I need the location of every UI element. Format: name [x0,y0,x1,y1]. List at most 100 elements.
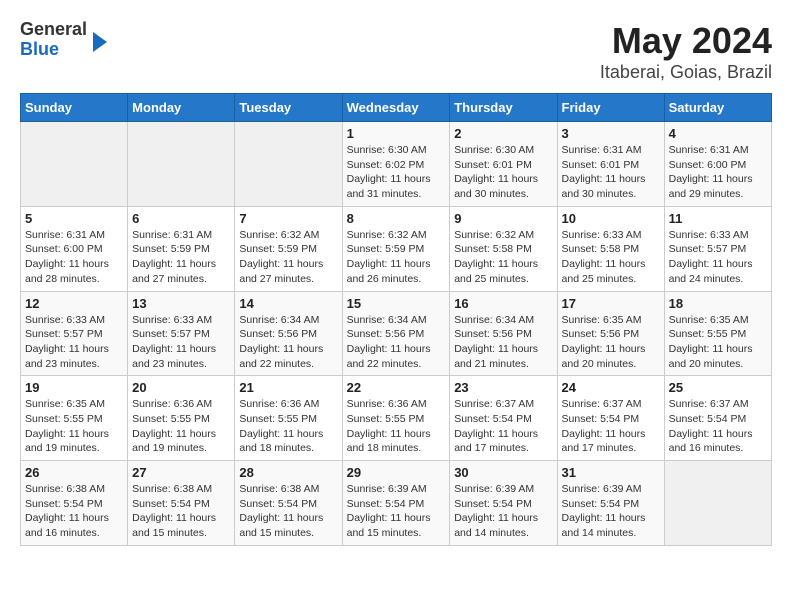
calendar-cell: 8 Sunrise: 6:32 AM Sunset: 5:59 PM Daylig… [342,206,450,291]
calendar-week-4: 19 Sunrise: 6:35 AM Sunset: 5:55 PM Dayli… [21,376,772,461]
day-number: 4 [669,126,767,141]
day-number: 28 [239,465,337,480]
weekday-header-tuesday: Tuesday [235,94,342,122]
calendar-cell: 18 Sunrise: 6:35 AM Sunset: 5:55 PM Dayli… [664,291,771,376]
weekday-header-thursday: Thursday [450,94,557,122]
calendar-cell: 4 Sunrise: 6:31 AM Sunset: 6:00 PM Daylig… [664,122,771,207]
day-info: Sunrise: 6:38 AM Sunset: 5:54 PM Dayligh… [25,482,123,541]
calendar-cell: 2 Sunrise: 6:30 AM Sunset: 6:01 PM Daylig… [450,122,557,207]
day-info: Sunrise: 6:32 AM Sunset: 5:59 PM Dayligh… [347,228,446,287]
day-number: 18 [669,296,767,311]
day-info: Sunrise: 6:34 AM Sunset: 5:56 PM Dayligh… [347,313,446,372]
weekday-header-wednesday: Wednesday [342,94,450,122]
logo: General Blue [20,20,107,60]
day-info: Sunrise: 6:32 AM Sunset: 5:59 PM Dayligh… [239,228,337,287]
calendar-cell: 17Sunrise: 6:35 AM Sunset: 5:56 PM Dayli… [557,291,664,376]
title-block: May 2024 Itaberai, Goias, Brazil [600,20,772,83]
day-number: 25 [669,380,767,395]
day-number: 2 [454,126,552,141]
day-info: Sunrise: 6:39 AM Sunset: 5:54 PM Dayligh… [454,482,552,541]
calendar-week-2: 5Sunrise: 6:31 AM Sunset: 6:00 PM Daylig… [21,206,772,291]
calendar-cell: 27 Sunrise: 6:38 AM Sunset: 5:54 PM Dayli… [128,461,235,546]
calendar-cell: 7 Sunrise: 6:32 AM Sunset: 5:59 PM Daylig… [235,206,342,291]
calendar-cell [235,122,342,207]
day-number: 9 [454,211,552,226]
day-info: Sunrise: 6:30 AM Sunset: 6:01 PM Dayligh… [454,143,552,202]
day-number: 20 [132,380,230,395]
day-number: 26 [25,465,123,480]
calendar-cell: 22Sunrise: 6:36 AM Sunset: 5:55 PM Dayli… [342,376,450,461]
calendar-week-1: 1 Sunrise: 6:30 AM Sunset: 6:02 PM Daylig… [21,122,772,207]
calendar-cell: 26 Sunrise: 6:38 AM Sunset: 5:54 PM Dayli… [21,461,128,546]
day-number: 27 [132,465,230,480]
calendar-cell: 14Sunrise: 6:34 AM Sunset: 5:56 PM Dayli… [235,291,342,376]
weekday-header-monday: Monday [128,94,235,122]
calendar-cell: 3Sunrise: 6:31 AM Sunset: 6:01 PM Daylig… [557,122,664,207]
calendar-week-3: 12 Sunrise: 6:33 AM Sunset: 5:57 PM Dayli… [21,291,772,376]
calendar-cell: 15 Sunrise: 6:34 AM Sunset: 5:56 PM Dayli… [342,291,450,376]
page-subtitle: Itaberai, Goias, Brazil [600,62,772,83]
calendar-cell: 10 Sunrise: 6:33 AM Sunset: 5:58 PM Dayli… [557,206,664,291]
calendar-cell: 29 Sunrise: 6:39 AM Sunset: 5:54 PM Dayli… [342,461,450,546]
calendar-cell: 5Sunrise: 6:31 AM Sunset: 6:00 PM Daylig… [21,206,128,291]
day-info: Sunrise: 6:32 AM Sunset: 5:58 PM Dayligh… [454,228,552,287]
calendar-cell: 24 Sunrise: 6:37 AM Sunset: 5:54 PM Dayli… [557,376,664,461]
day-info: Sunrise: 6:36 AM Sunset: 5:55 PM Dayligh… [239,397,337,456]
day-number: 12 [25,296,123,311]
day-number: 7 [239,211,337,226]
day-info: Sunrise: 6:39 AM Sunset: 5:54 PM Dayligh… [562,482,660,541]
day-info: Sunrise: 6:35 AM Sunset: 5:55 PM Dayligh… [669,313,767,372]
day-number: 19 [25,380,123,395]
logo-arrow-icon [93,32,107,52]
day-number: 29 [347,465,446,480]
day-info: Sunrise: 6:38 AM Sunset: 5:54 PM Dayligh… [132,482,230,541]
day-info: Sunrise: 6:39 AM Sunset: 5:54 PM Dayligh… [347,482,446,541]
day-info: Sunrise: 6:34 AM Sunset: 5:56 PM Dayligh… [239,313,337,372]
logo-text: General Blue [20,20,87,60]
calendar-cell: 12Sunrise: 6:33 AM Sunset: 5:57 PM Dayli… [21,291,128,376]
day-info: Sunrise: 6:34 AM Sunset: 5:56 PM Dayligh… [454,313,552,372]
day-info: Sunrise: 6:37 AM Sunset: 5:54 PM Dayligh… [454,397,552,456]
day-info: Sunrise: 6:37 AM Sunset: 5:54 PM Dayligh… [669,397,767,456]
calendar-body: 1 Sunrise: 6:30 AM Sunset: 6:02 PM Daylig… [21,122,772,546]
day-number: 1 [347,126,446,141]
day-number: 10 [562,211,660,226]
day-number: 21 [239,380,337,395]
calendar-cell [664,461,771,546]
day-info: Sunrise: 6:30 AM Sunset: 6:02 PM Dayligh… [347,143,446,202]
day-number: 15 [347,296,446,311]
day-info: Sunrise: 6:35 AM Sunset: 5:55 PM Dayligh… [25,397,123,456]
day-number: 30 [454,465,552,480]
calendar-cell: 30 Sunrise: 6:39 AM Sunset: 5:54 PM Dayli… [450,461,557,546]
calendar-week-5: 26 Sunrise: 6:38 AM Sunset: 5:54 PM Dayli… [21,461,772,546]
calendar-header: SundayMondayTuesdayWednesdayThursdayFrid… [21,94,772,122]
calendar-cell: 16Sunrise: 6:34 AM Sunset: 5:56 PM Dayli… [450,291,557,376]
calendar-cell: 11Sunrise: 6:33 AM Sunset: 5:57 PM Dayli… [664,206,771,291]
calendar-table: SundayMondayTuesdayWednesdayThursdayFrid… [20,93,772,546]
calendar-cell: 21 Sunrise: 6:36 AM Sunset: 5:55 PM Dayli… [235,376,342,461]
logo-blue: Blue [20,39,59,59]
day-info: Sunrise: 6:37 AM Sunset: 5:54 PM Dayligh… [562,397,660,456]
weekday-header-sunday: Sunday [21,94,128,122]
calendar-cell: 28Sunrise: 6:38 AM Sunset: 5:54 PM Dayli… [235,461,342,546]
calendar-cell [128,122,235,207]
day-info: Sunrise: 6:33 AM Sunset: 5:58 PM Dayligh… [562,228,660,287]
calendar-cell [21,122,128,207]
page-title: May 2024 [600,20,772,62]
calendar-cell: 25 Sunrise: 6:37 AM Sunset: 5:54 PM Dayli… [664,376,771,461]
calendar-cell: 19 Sunrise: 6:35 AM Sunset: 5:55 PM Dayli… [21,376,128,461]
calendar-cell: 31 Sunrise: 6:39 AM Sunset: 5:54 PM Dayli… [557,461,664,546]
day-number: 22 [347,380,446,395]
day-info: Sunrise: 6:31 AM Sunset: 6:00 PM Dayligh… [669,143,767,202]
day-number: 8 [347,211,446,226]
calendar-cell: 6Sunrise: 6:31 AM Sunset: 5:59 PM Daylig… [128,206,235,291]
weekday-header-friday: Friday [557,94,664,122]
day-info: Sunrise: 6:33 AM Sunset: 5:57 PM Dayligh… [669,228,767,287]
day-number: 13 [132,296,230,311]
day-number: 31 [562,465,660,480]
day-info: Sunrise: 6:33 AM Sunset: 5:57 PM Dayligh… [132,313,230,372]
day-number: 24 [562,380,660,395]
calendar-cell: 9 Sunrise: 6:32 AM Sunset: 5:58 PM Daylig… [450,206,557,291]
day-number: 3 [562,126,660,141]
day-number: 23 [454,380,552,395]
